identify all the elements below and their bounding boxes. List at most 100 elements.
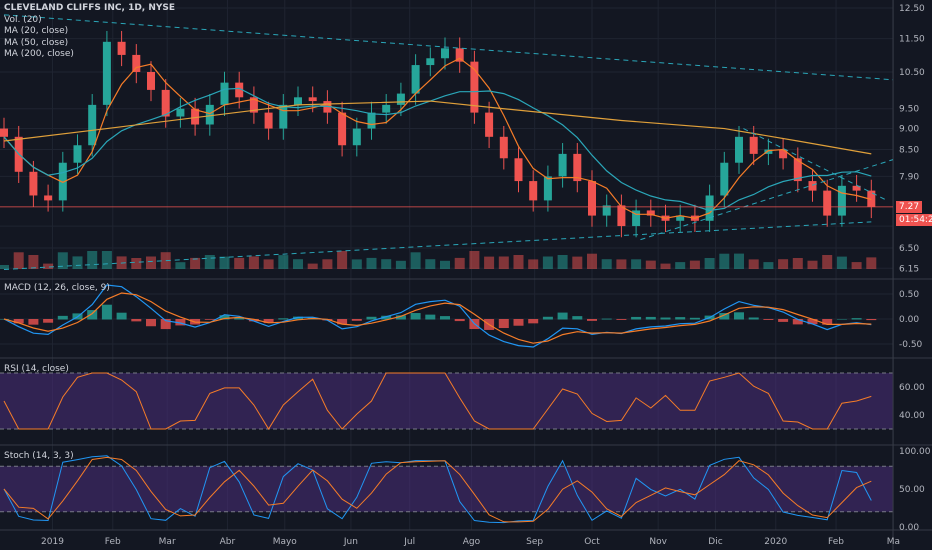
volume-bar: [822, 255, 833, 269]
study-ma20[interactable]: MA (20, close): [4, 26, 175, 38]
price-tick-label: 12.50: [899, 4, 925, 14]
macd-histogram-bar: [689, 317, 700, 320]
macd-histogram-bar: [748, 317, 759, 320]
time-tick-label: Sep: [526, 537, 543, 547]
candle-body: [411, 65, 420, 94]
macd-histogram-bar: [572, 316, 583, 320]
macd-tick-label: 0.00: [899, 315, 919, 325]
time-tick-label: 2019: [41, 537, 64, 547]
volume-bar: [778, 259, 789, 269]
volume-bar: [131, 258, 142, 269]
macd-legend[interactable]: MACD (12, 26, close, 9): [4, 283, 110, 295]
macd-histogram-bar: [675, 317, 686, 320]
candle-body: [543, 176, 552, 201]
volume-bar: [263, 259, 274, 269]
candle-body: [0, 128, 8, 137]
volume-bar: [366, 257, 377, 269]
candle-body: [338, 112, 347, 146]
volume-bar: [293, 259, 303, 269]
candle-body: [588, 181, 596, 216]
rsi-tick-label: 40.00: [899, 411, 925, 421]
candle-body: [264, 112, 273, 129]
last-price-badge: 7.27: [896, 201, 923, 213]
candle-body: [823, 190, 832, 216]
candle-body: [735, 136, 743, 163]
time-tick-label: Dic: [708, 537, 722, 547]
macd-histogram-bar: [57, 315, 68, 320]
candle-body: [88, 104, 97, 146]
study-ma200[interactable]: MA (200, close): [4, 49, 175, 61]
time-tick-label: Jun: [343, 537, 358, 547]
chart-canvas[interactable]: 12.50 11.50 10.50 9.50 9.00 8.50 7.90 6.50 6.15 0…: [0, 0, 932, 550]
rsi-tick-label: 60.00: [899, 383, 925, 393]
symbol-title[interactable]: CLEVELAND CLIFFS INC, 1D, NYSE: [4, 3, 175, 15]
price-tick-label: 9.50: [899, 105, 919, 115]
volume-bar: [175, 262, 186, 269]
macd-histogram-bar: [734, 312, 744, 320]
macd-tick-label: -0.50: [899, 340, 923, 350]
volume-bar: [807, 260, 818, 269]
volume-bar: [13, 252, 24, 269]
candle-body: [441, 48, 449, 59]
macd-histogram-bar: [440, 316, 450, 320]
candle-body: [352, 128, 361, 146]
candle-body: [29, 171, 38, 196]
volume-bar: [557, 255, 568, 269]
candle-body: [808, 181, 817, 191]
volume-bar: [469, 251, 480, 269]
macd-histogram-bar: [601, 318, 612, 320]
candle-body: [279, 104, 288, 129]
macd-histogram-bar: [616, 319, 627, 320]
volume-bar: [866, 257, 877, 269]
candle-body: [749, 136, 758, 154]
volume-bar: [734, 253, 744, 269]
candle-body: [514, 158, 523, 182]
volume-bar: [72, 256, 83, 269]
candle-body: [396, 93, 405, 105]
candle-body: [529, 181, 538, 201]
macd-histogram-bar: [43, 319, 54, 323]
macd-histogram-bar: [410, 313, 421, 320]
time-tick-label: Jul: [403, 537, 415, 547]
macd-histogram-bar: [116, 312, 127, 320]
volume-bar: [645, 260, 656, 269]
price-tick-label: 11.50: [899, 35, 925, 45]
volume-bar: [425, 259, 436, 269]
candle-body: [558, 153, 567, 177]
volume-bar: [513, 255, 524, 269]
stoch-band: [0, 466, 893, 512]
time-tick-label: Nov: [649, 537, 667, 547]
rsi-legend[interactable]: RSI (14, close): [4, 364, 69, 376]
time-tick-label: Ma: [887, 537, 900, 547]
volume-bar: [601, 259, 612, 269]
trendline: [640, 159, 894, 241]
time-tick-label: Ago: [463, 537, 481, 547]
candle-body: [720, 162, 729, 196]
time-tick-label: 2020: [764, 537, 787, 547]
candle-body: [485, 112, 494, 137]
study-vol[interactable]: Vol. (20): [4, 15, 175, 27]
candle-body: [147, 71, 155, 90]
macd-histogram-bar: [131, 319, 142, 322]
macd-histogram-bar: [28, 319, 39, 325]
volume-bar: [43, 263, 54, 269]
macd-histogram-bar: [645, 316, 656, 320]
stoch-tick-label: 50.00: [899, 485, 925, 495]
time-tick-label: Feb: [828, 537, 844, 547]
macd-histogram-bar: [351, 319, 362, 321]
study-ma50[interactable]: MA (50, close): [4, 38, 175, 50]
candle-body: [191, 108, 200, 125]
macd-histogram-bar: [146, 319, 156, 327]
stoch-tick-label: 100.00: [899, 447, 931, 457]
macd-histogram-bar: [101, 304, 112, 320]
volume-bar: [792, 258, 803, 269]
macd-tick-label: 0.50: [899, 290, 919, 300]
price-tick-label: 6.50: [899, 244, 919, 254]
volume-bar: [204, 255, 215, 269]
stoch-legend[interactable]: Stoch (14, 3, 3): [4, 451, 74, 463]
time-tick-label: Mayo: [273, 537, 298, 547]
volume-bar: [248, 256, 259, 269]
candle-body: [176, 108, 185, 117]
candle-body: [294, 97, 302, 105]
macd-histogram-bar: [660, 317, 671, 320]
